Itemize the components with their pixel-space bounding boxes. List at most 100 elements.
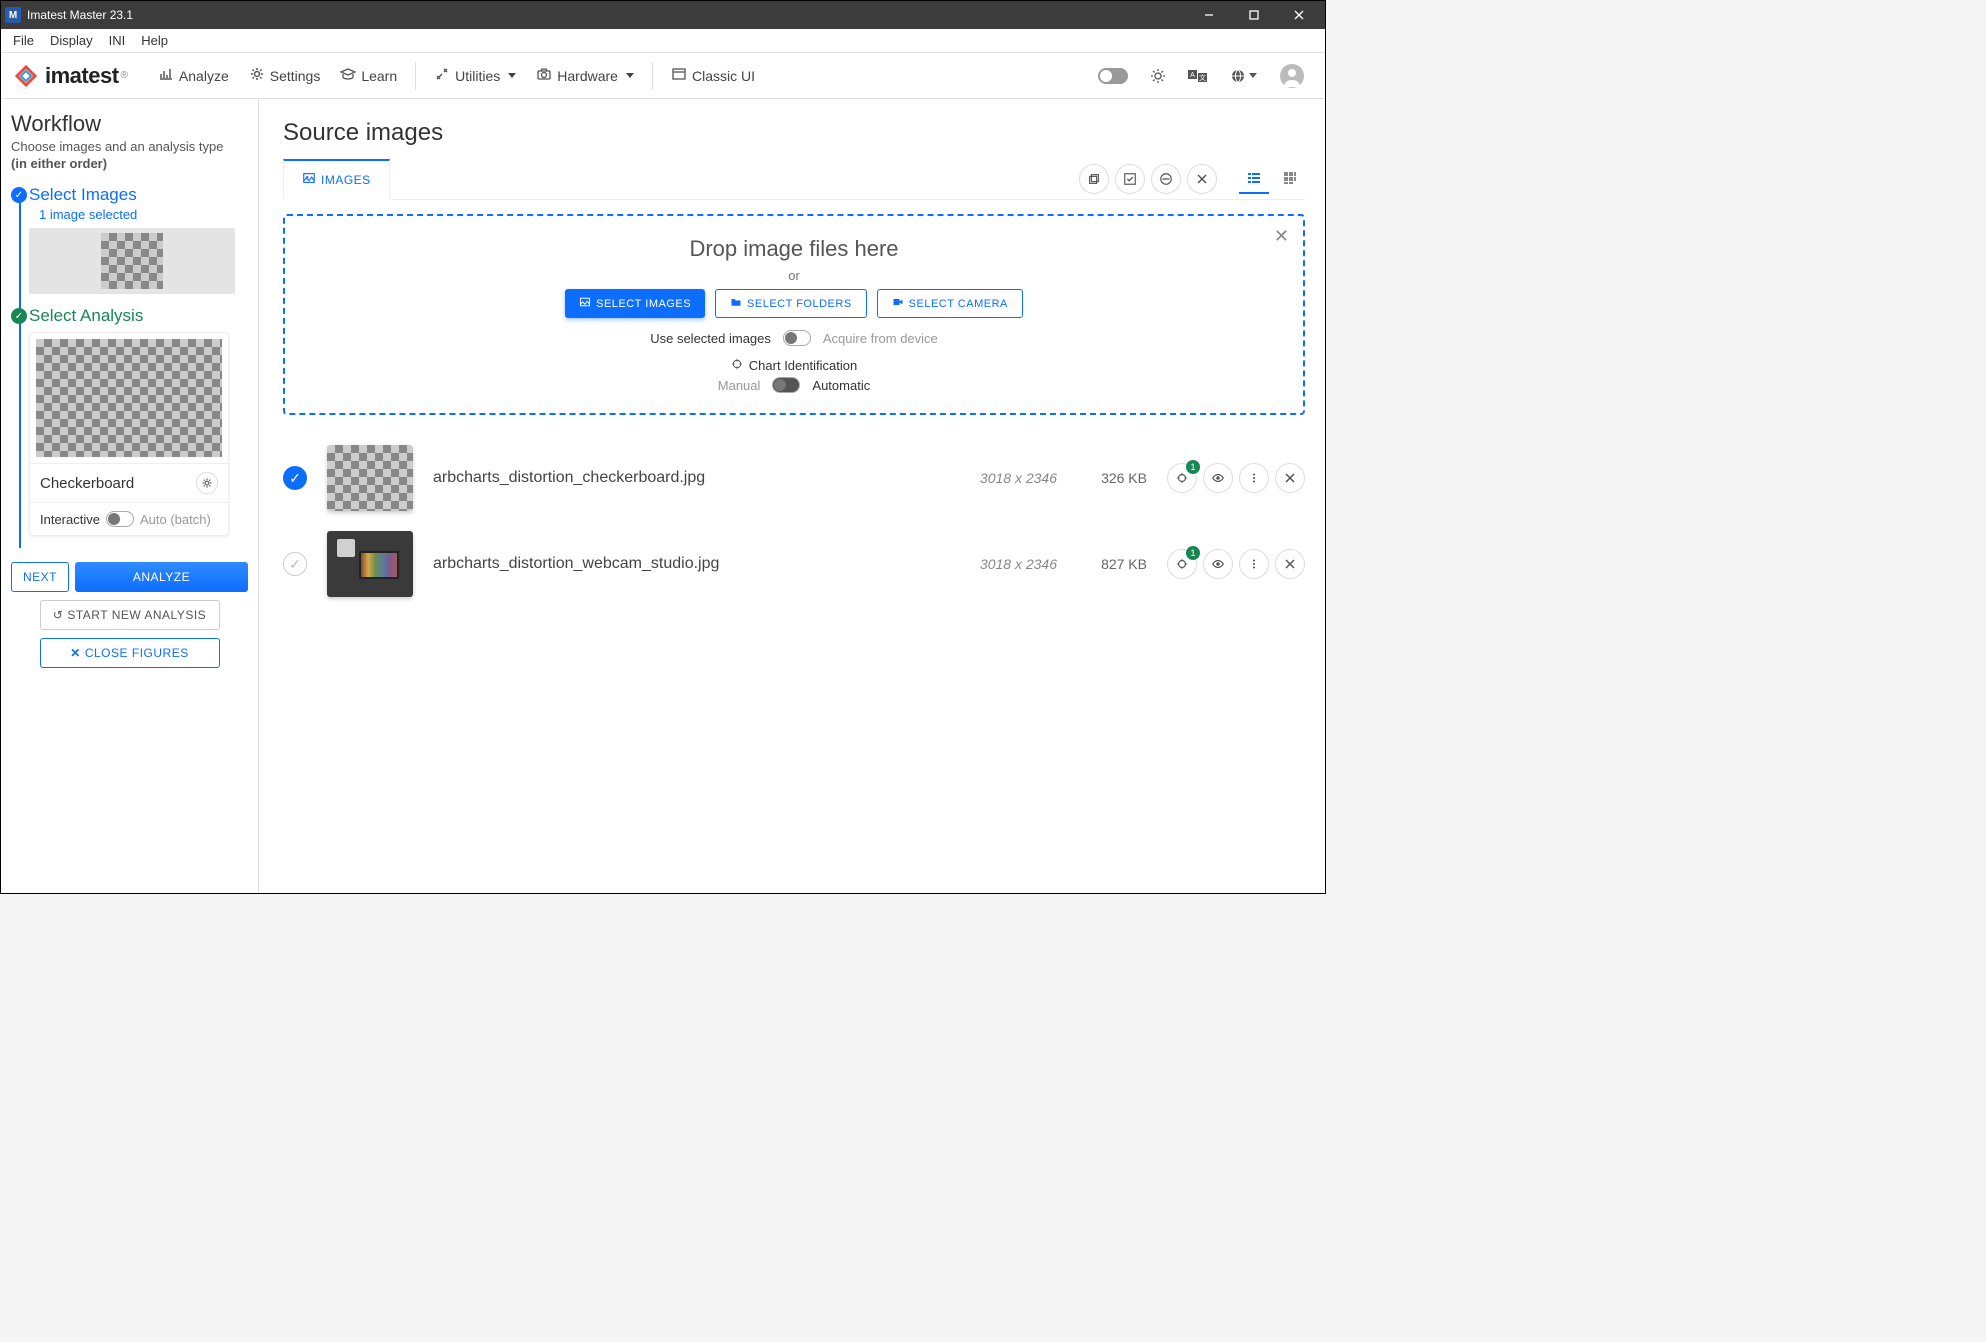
dropzone-or: or <box>305 268 1283 283</box>
analysis-thumbnail[interactable] <box>30 333 228 463</box>
image-menu-button[interactable] <box>1239 549 1269 579</box>
analyze-button[interactable]: ANALYZE <box>75 562 248 592</box>
image-remove-button[interactable] <box>1275 463 1305 493</box>
chart-id-toggle[interactable] <box>772 377 800 393</box>
brightness-button[interactable] <box>1142 62 1174 90</box>
manual-label: Manual <box>718 378 761 393</box>
image-menu-button[interactable] <box>1239 463 1269 493</box>
grid-view-button[interactable] <box>1275 164 1305 194</box>
next-button[interactable]: NEXT <box>11 562 69 592</box>
start-new-button[interactable]: ↺ START NEW ANALYSIS <box>40 600 220 630</box>
close-figures-button[interactable]: ✕ CLOSE FIGURES <box>40 638 220 668</box>
acquire-mode-row: Use selected images Acquire from device <box>305 330 1283 346</box>
toolbar: imatest ® Analyze Settings Learn Utiliti… <box>1 53 1325 99</box>
check-icon: ✓ <box>11 308 27 324</box>
image-target-button[interactable]: 1 <box>1167 463 1197 493</box>
minimize-button[interactable] <box>1186 1 1231 29</box>
auto-label: Auto (batch) <box>140 512 211 527</box>
select-images-button[interactable]: SELECT IMAGES <box>565 289 705 318</box>
acquire-toggle[interactable] <box>783 330 811 346</box>
toggle-icon <box>1098 68 1128 84</box>
image-size: 326 KB <box>1077 470 1147 486</box>
interactive-toggle[interactable] <box>106 511 134 527</box>
close-icon: ✕ <box>70 646 81 660</box>
camera-icon <box>536 66 552 85</box>
logo-text: imatest <box>45 63 119 89</box>
step1-thumbnail[interactable] <box>29 228 235 294</box>
tabs-actions <box>1079 164 1305 194</box>
select-camera-button[interactable]: SELECT CAMERA <box>877 289 1023 318</box>
step-select-analysis[interactable]: ✓ Select Analysis Checkerboard Interacti… <box>29 306 248 536</box>
step1-title: Select Images <box>29 185 248 205</box>
logo-icon <box>13 63 39 89</box>
menu-display[interactable]: Display <box>42 31 101 50</box>
language-button[interactable]: A文 <box>1180 62 1216 90</box>
step-select-images[interactable]: ✓ Select Images 1 image selected <box>29 185 248 294</box>
maximize-button[interactable] <box>1231 1 1276 29</box>
image-remove-button[interactable] <box>1275 549 1305 579</box>
menu-file[interactable]: File <box>5 31 42 50</box>
workflow-title: Workflow <box>11 111 248 137</box>
image-actions: 1 <box>1167 463 1305 493</box>
toolbar-hardware[interactable]: Hardware <box>526 60 644 91</box>
menu-help[interactable]: Help <box>133 31 176 50</box>
image-list: ✓ arbcharts_distortion_checkerboard.jpg … <box>283 435 1305 607</box>
stack-button[interactable] <box>1079 164 1109 194</box>
page-title: Source images <box>283 119 1305 147</box>
workflow-buttons: NEXT ANALYZE <box>11 562 248 592</box>
step1-sub: 1 image selected <box>39 207 248 222</box>
video-icon <box>892 296 904 311</box>
undo-icon: ↺ <box>53 608 64 622</box>
image-view-button[interactable] <box>1203 549 1233 579</box>
window-controls <box>1186 1 1321 29</box>
window-icon <box>671 66 687 85</box>
analysis-settings-button[interactable] <box>196 472 218 494</box>
image-icon <box>579 296 591 311</box>
deselect-button[interactable] <box>1151 164 1181 194</box>
dropzone-close-button[interactable]: ✕ <box>1274 226 1289 247</box>
tab-images[interactable]: IMAGES <box>283 159 390 200</box>
checkerboard-icon <box>101 233 163 289</box>
toolbar-learn[interactable]: Learn <box>330 60 407 91</box>
tools-icon <box>434 66 450 85</box>
chart-id-row: Chart Identification <box>305 358 1283 373</box>
dropzone-title: Drop image files here <box>305 236 1283 262</box>
image-filename: arbcharts_distortion_checkerboard.jpg <box>433 469 937 487</box>
user-button[interactable] <box>1271 57 1313 95</box>
toolbar-analyze[interactable]: Analyze <box>148 60 239 91</box>
image-filename: arbcharts_distortion_webcam_studio.jpg <box>433 555 937 573</box>
dropzone[interactable]: ✕ Drop image files here or SELECT IMAGES… <box>283 214 1305 415</box>
image-thumbnail[interactable] <box>327 531 413 597</box>
workflow-steps: ✓ Select Images 1 image selected ✓ Selec… <box>11 185 248 548</box>
list-view-button[interactable] <box>1239 164 1269 194</box>
remove-button[interactable] <box>1187 164 1217 194</box>
automatic-label: Automatic <box>812 378 870 393</box>
image-row: ✓ arbcharts_distortion_webcam_studio.jpg… <box>283 521 1305 607</box>
workflow-subtitle2: (in either order) <box>11 156 248 171</box>
close-button[interactable] <box>1276 1 1321 29</box>
acquire-label: Acquire from device <box>823 331 938 346</box>
chart-id-mode-row: Manual Automatic <box>305 377 1283 393</box>
image-view-button[interactable] <box>1203 463 1233 493</box>
toolbar-settings[interactable]: Settings <box>239 60 331 91</box>
app-icon: M <box>5 7 21 23</box>
image-thumbnail[interactable] <box>327 445 413 511</box>
logo: imatest ® <box>13 63 128 89</box>
image-select-checkbox[interactable]: ✓ <box>283 466 307 490</box>
toolbar-classic-ui[interactable]: Classic UI <box>661 60 765 91</box>
image-target-button[interactable]: 1 <box>1167 549 1197 579</box>
globe-button[interactable] <box>1222 62 1265 90</box>
check-icon: ✓ <box>11 187 27 203</box>
chart-icon <box>158 66 174 85</box>
target-icon <box>731 358 743 373</box>
menu-ini[interactable]: INI <box>101 31 134 50</box>
select-folders-button[interactable]: SELECT FOLDERS <box>715 289 867 318</box>
image-select-checkbox[interactable]: ✓ <box>283 552 307 576</box>
folder-icon <box>730 296 742 311</box>
select-all-button[interactable] <box>1115 164 1145 194</box>
main-area: Workflow Choose images and an analysis t… <box>1 99 1325 893</box>
interactive-label: Interactive <box>40 512 100 527</box>
toolbar-utilities[interactable]: Utilities <box>424 60 526 91</box>
theme-toggle[interactable] <box>1090 62 1136 90</box>
step2-title: Select Analysis <box>29 306 248 326</box>
